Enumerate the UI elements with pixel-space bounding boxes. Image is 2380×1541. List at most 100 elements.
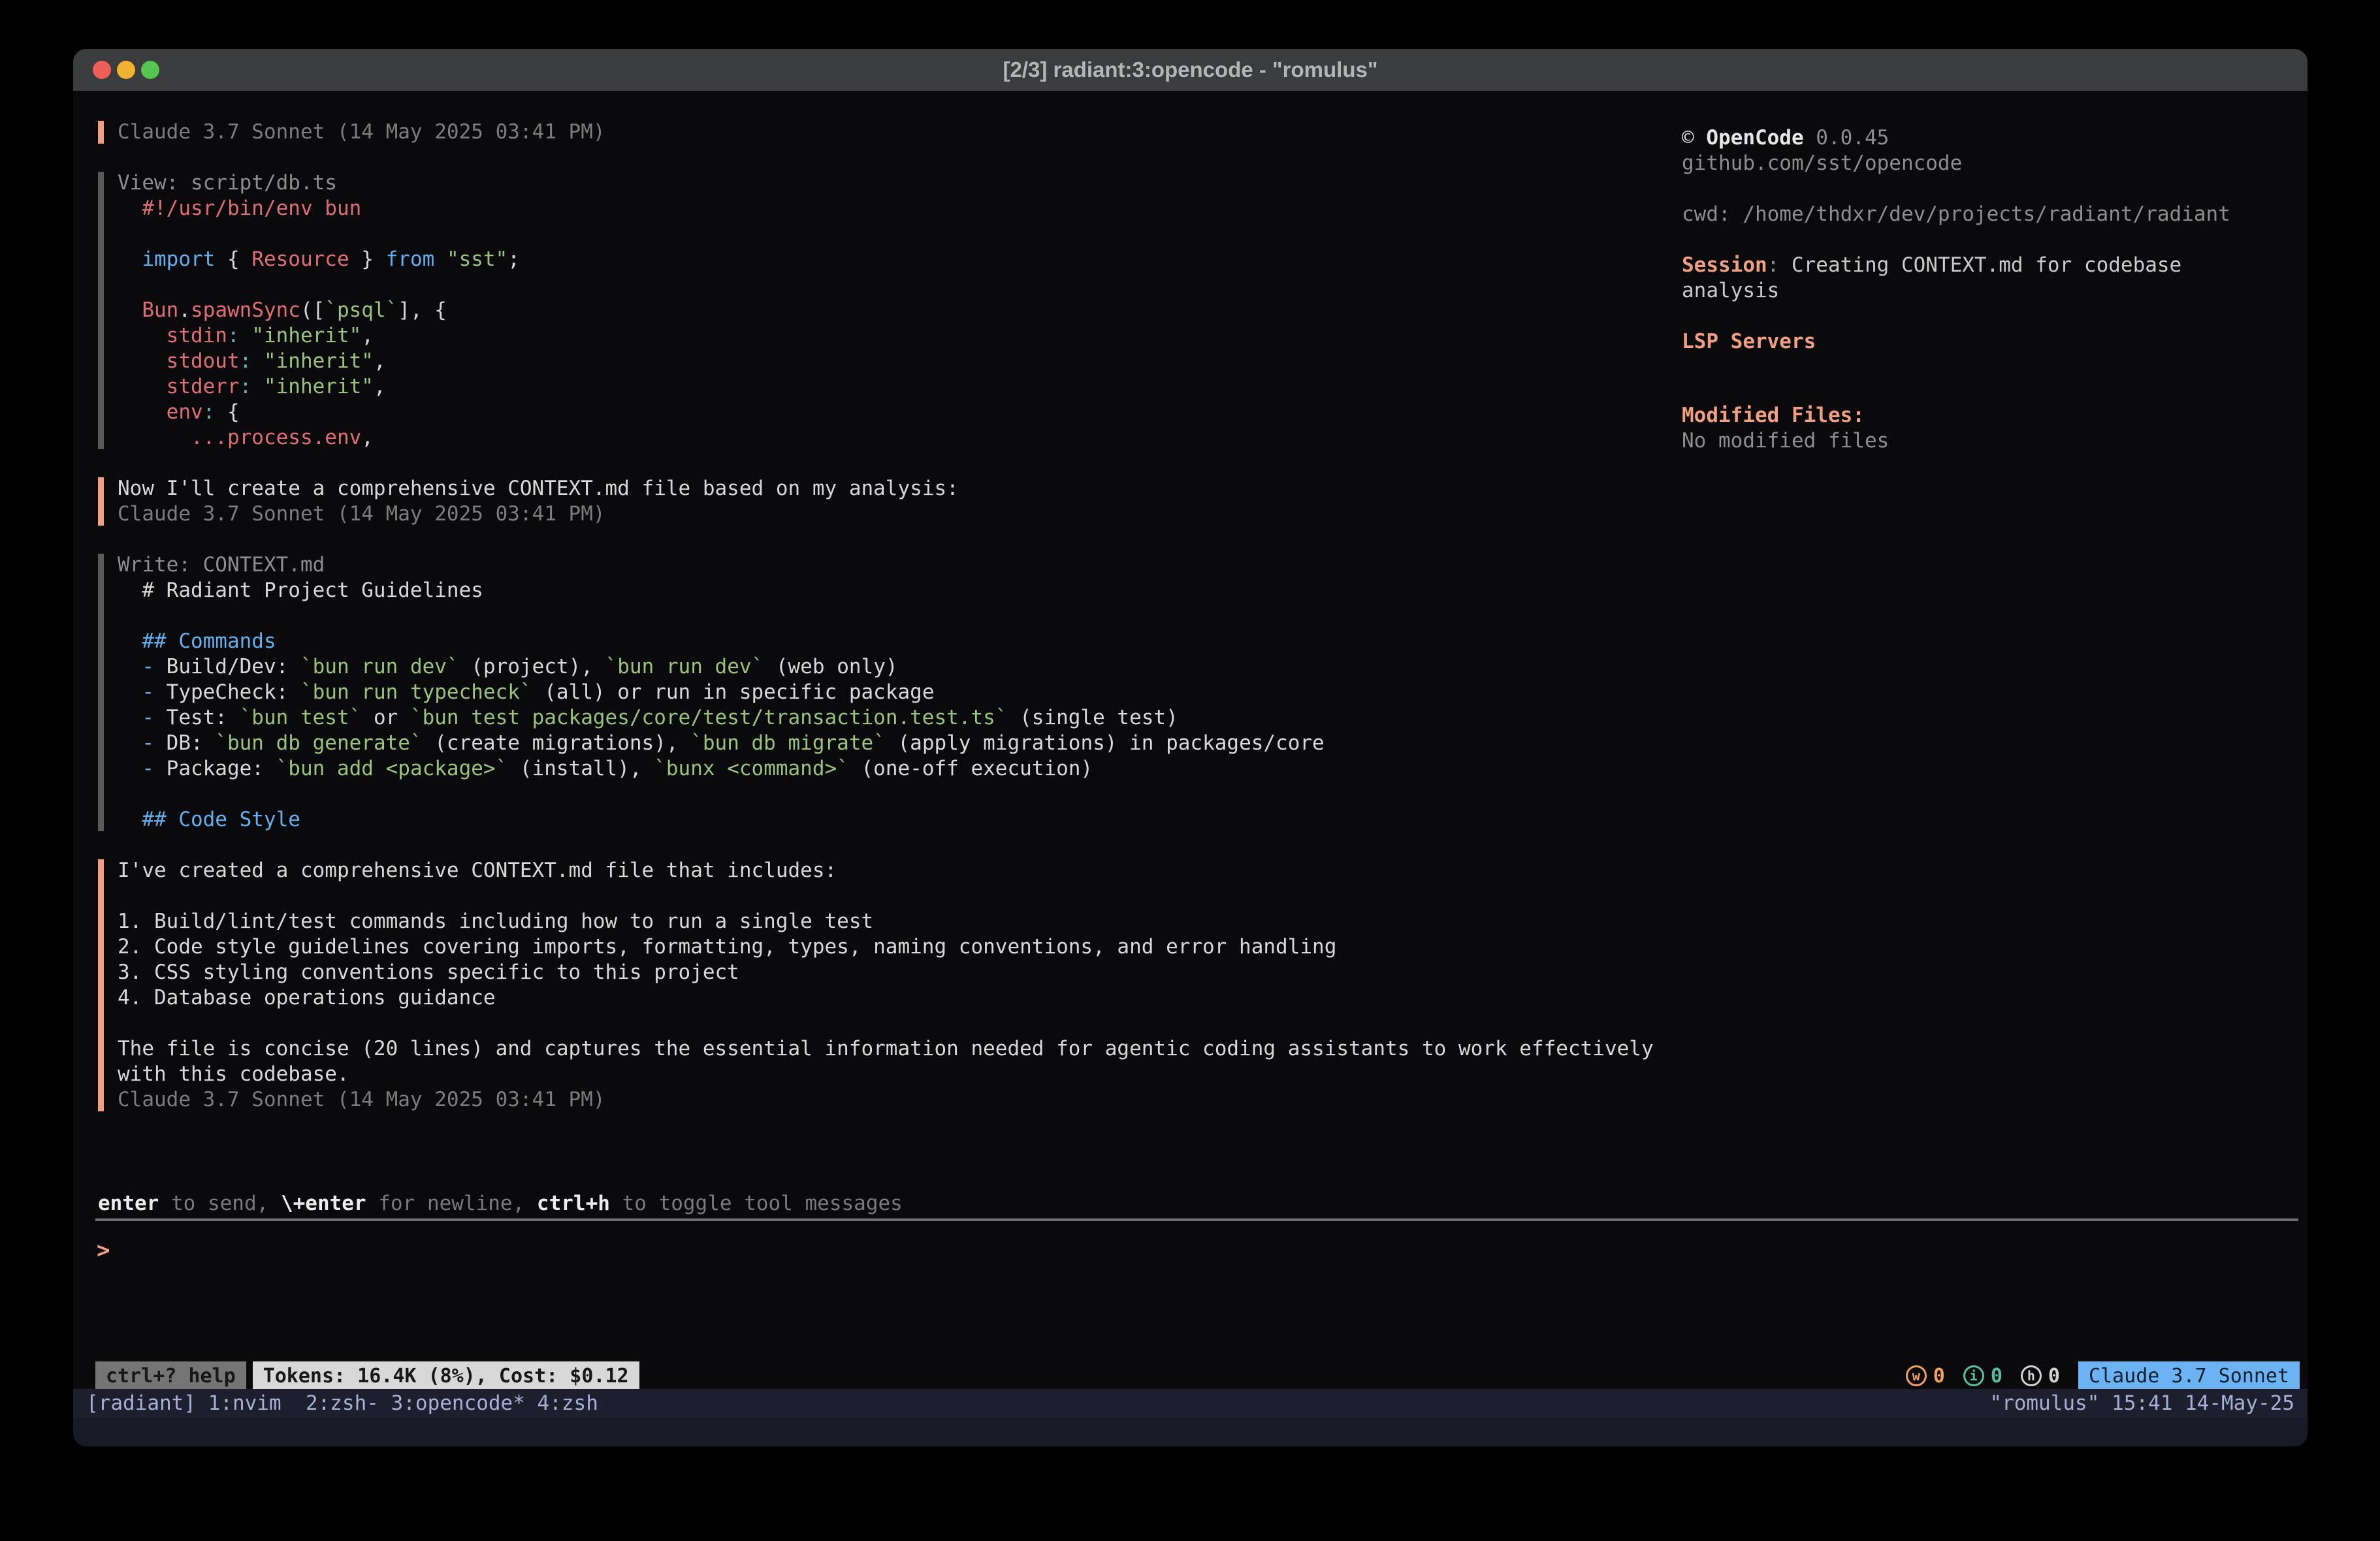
token (434, 247, 447, 271)
token: stdin (167, 324, 227, 347)
token: (apply migrations) in packages/core (886, 731, 1325, 755)
token: enter (98, 1192, 159, 1215)
token: © (1682, 126, 1706, 150)
token: to toggle tool messages (610, 1192, 903, 1215)
token: Test: (167, 706, 240, 729)
tmux-session-info: "romulus" 15:41 14-May-25 (1989, 1391, 2294, 1416)
message-accent-bar (98, 859, 104, 1111)
token: Package: (167, 757, 276, 780)
session-label: Session (1682, 253, 1767, 277)
token: (install), (507, 757, 654, 780)
token (118, 426, 191, 449)
token (118, 680, 142, 704)
token: `bun run dev` (605, 655, 764, 678)
token (118, 375, 167, 398)
token: : (240, 375, 252, 398)
token: - (142, 731, 166, 755)
tmux-window-list[interactable]: [radiant] 1:nvim 2:zsh- 3:opencode* 4:zs… (86, 1391, 598, 1416)
md-line: - TypeCheck: `bun run typecheck` (all) o… (118, 680, 1685, 705)
tool-title: View: script/db.ts (118, 170, 1685, 196)
token: OpenCode (1706, 126, 1803, 150)
token: env (167, 400, 203, 424)
md-line: ## Code Style (118, 807, 1685, 833)
token: stderr (167, 375, 240, 398)
token: import (142, 247, 215, 271)
model-chip[interactable]: Claude 3.7 Sonnet (2078, 1361, 2300, 1390)
titlebar: [2/3] radiant:3:opencode - "romulus" (73, 49, 2308, 91)
token: `bun run dev` (300, 655, 459, 678)
code-line: env: { (118, 400, 1685, 425)
token: "inherit" (264, 349, 374, 373)
token: \+enter (281, 1192, 366, 1215)
status-left: ctrl+? help Tokens: 16.4K (8%), Cost: $0… (95, 1361, 639, 1390)
code-line: #!/usr/bin/env bun (118, 196, 1685, 221)
repo-link[interactable]: github.com/sst/opencode (1682, 151, 2270, 176)
token: : (203, 400, 216, 424)
warnings-counter: w0 (1906, 1363, 1945, 1389)
message-text: 4. Database operations guidance (118, 985, 1685, 1011)
token: Bun (142, 298, 178, 322)
token: from (386, 247, 435, 271)
token (251, 349, 264, 373)
token: `bun test` (240, 706, 362, 729)
token: (one-off execution) (849, 757, 1093, 780)
window-bottom-padding (73, 1418, 2308, 1446)
md-line (118, 782, 1685, 807)
token (118, 629, 142, 653)
token: `bunx <command>` (654, 757, 849, 780)
token: 0.0.45 (1804, 126, 1890, 150)
lsp-servers-header: LSP Servers (1682, 329, 2270, 355)
sidebar: © OpenCode 0.0.45 github.com/sst/opencod… (1682, 125, 2270, 454)
token: Build/Dev: (167, 655, 300, 678)
token (251, 375, 264, 398)
info-icon: i (1963, 1365, 1984, 1386)
md-line: - Build/Dev: `bun run dev` (project), `b… (118, 654, 1685, 680)
token: , (361, 426, 374, 449)
cwd-path: cwd: /home/thdxr/dev/projects/radiant/ra… (1682, 202, 2270, 227)
token: spawnSync (191, 298, 300, 322)
token (118, 349, 167, 373)
write-tool-block: Write: CONTEXT.md # Radiant Project Guid… (98, 552, 1685, 833)
md-line: - Package: `bun add <package>` (install)… (118, 756, 1685, 782)
token (118, 400, 167, 424)
token: (create migrations), (423, 731, 691, 755)
status-right: w0 i0 h0 Claude 3.7 Sonnet (1906, 1361, 2300, 1390)
message-meta: Claude 3.7 Sonnet (14 May 2025 03:41 PM) (118, 501, 1685, 527)
assistant-message: Now I'll create a comprehensive CONTEXT.… (98, 476, 1685, 527)
token: : (227, 324, 240, 347)
token: ...process.env (191, 426, 361, 449)
token: `bun add <package>` (276, 757, 508, 780)
traffic-lights (93, 49, 159, 91)
prompt-input[interactable]: > (97, 1238, 2112, 1277)
message-accent-bar (98, 477, 104, 526)
code-line (118, 221, 1685, 247)
code-line: import { Resource } from "sst"; (118, 247, 1685, 272)
token: (single test) (1007, 706, 1178, 729)
token (118, 247, 142, 271)
token: #!/usr/bin/env bun (118, 197, 361, 220)
token: `bun run typecheck` (300, 680, 532, 704)
token: `psql` (325, 298, 398, 322)
message-text (118, 883, 1685, 909)
modified-files-header: Modified Files: (1682, 403, 2270, 428)
input-divider (95, 1218, 2298, 1221)
token: "inherit" (264, 375, 374, 398)
message-accent-bar (98, 121, 104, 144)
minimize-button[interactable] (117, 61, 135, 79)
token: . (178, 298, 191, 322)
token: } (349, 247, 386, 271)
token: ## Commands (142, 629, 276, 653)
fullscreen-button[interactable] (141, 61, 159, 79)
token: - (142, 757, 166, 780)
token: , (374, 375, 386, 398)
tool-accent-bar (98, 554, 104, 831)
close-button[interactable] (93, 61, 111, 79)
status-bar: ctrl+? help Tokens: 16.4K (8%), Cost: $0… (95, 1361, 2300, 1390)
token: TypeCheck: (167, 680, 300, 704)
message-meta: Claude 3.7 Sonnet (14 May 2025 03:41 PM) (118, 1087, 1685, 1113)
token: ; (507, 247, 520, 271)
view-tool-block: View: script/db.ts #!/usr/bin/env bun im… (98, 170, 1685, 451)
token (240, 324, 252, 347)
help-chip[interactable]: ctrl+? help (95, 1361, 246, 1390)
token: (web only) (764, 655, 897, 678)
